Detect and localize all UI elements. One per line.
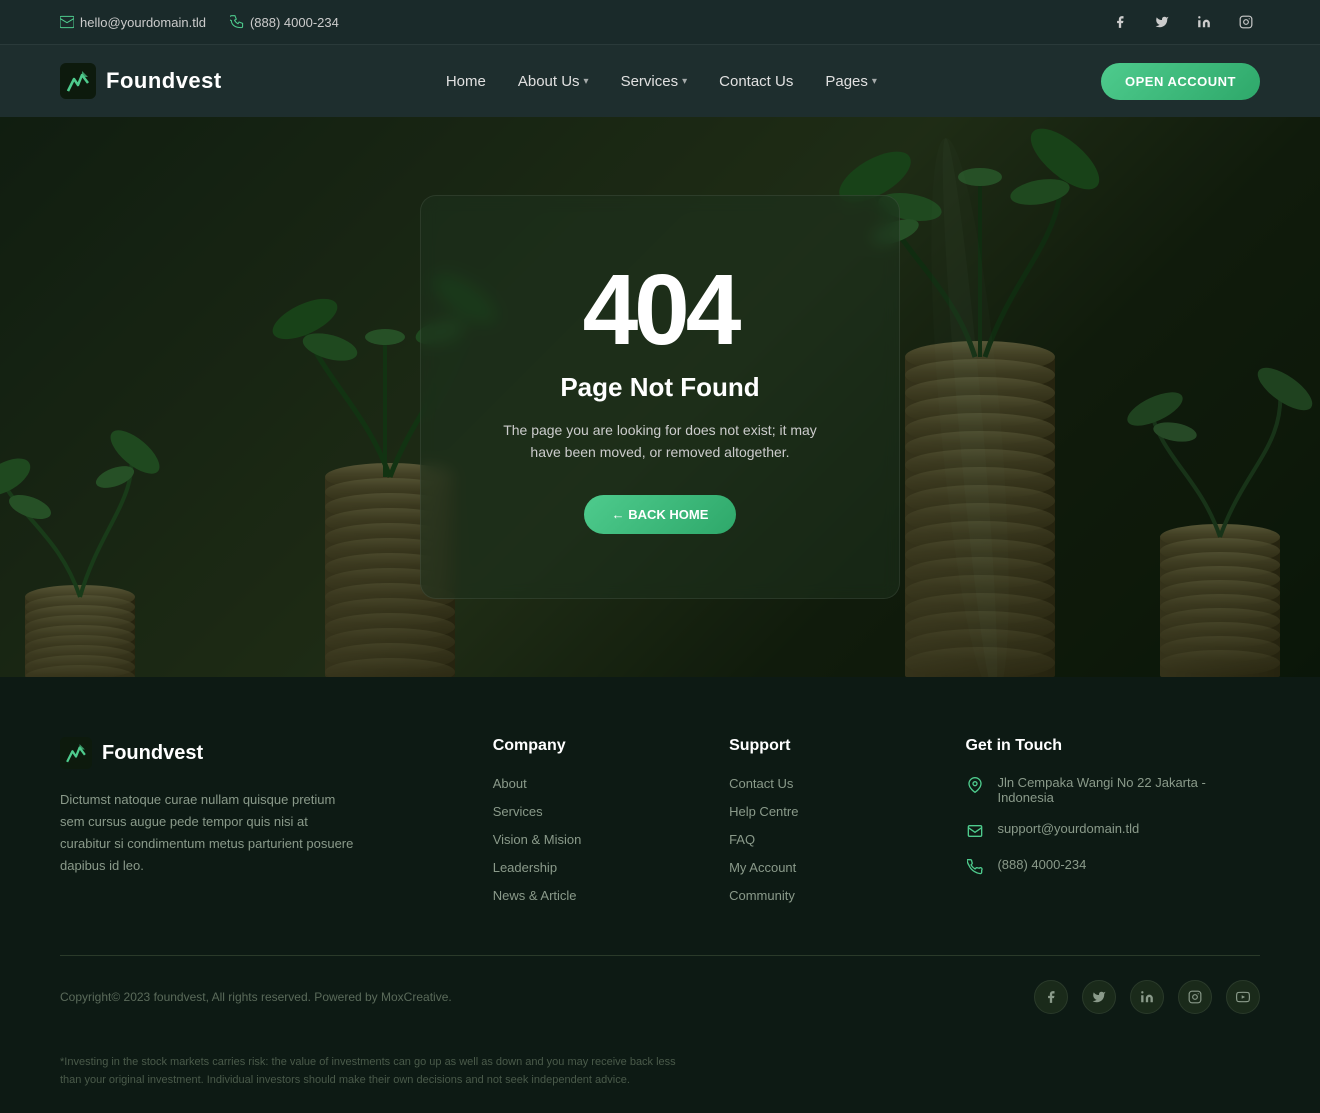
footer-facebook-link[interactable] [1034, 980, 1068, 1014]
logo-text: Foundvest [106, 68, 222, 94]
footer-link-news[interactable]: News & Article [493, 888, 577, 903]
email-icon [60, 15, 74, 29]
footer-link-community[interactable]: Community [729, 888, 795, 903]
footer: Foundvest Dictumst natoque curae nullam … [0, 677, 1320, 1113]
error-title: Page Not Found [501, 372, 819, 403]
topbar: hello@yourdomain.tld (888) 4000-234 [0, 0, 1320, 45]
footer-contact-heading: Get in Touch [965, 737, 1260, 755]
footer-link-account[interactable]: My Account [729, 860, 796, 875]
topbar-phone: (888) 4000-234 [230, 15, 339, 30]
phone-icon [230, 15, 244, 29]
footer-link-help[interactable]: Help Centre [729, 804, 798, 819]
footer-disclaimer: *Investing in the stock markets carries … [60, 1038, 700, 1113]
address-text: Jln Cempaka Wangi No 22 Jakarta - Indone… [997, 775, 1260, 805]
email-text: support@yourdomain.tld [997, 821, 1139, 836]
footer-twitter-link[interactable] [1082, 980, 1116, 1014]
footer-link-services[interactable]: Services [493, 804, 543, 819]
phone-icon-footer [965, 857, 985, 877]
footer-company-col: Company About Services Vision & Mision L… [493, 737, 689, 915]
map-pin-icon [965, 775, 985, 795]
footer-link-about[interactable]: About [493, 776, 527, 791]
facebook-topbar-link[interactable] [1106, 8, 1134, 36]
twitter-topbar-link[interactable] [1148, 8, 1176, 36]
footer-email: support@yourdomain.tld [965, 821, 1260, 841]
footer-top: Foundvest Dictumst natoque curae nullam … [60, 737, 1260, 956]
footer-company-heading: Company [493, 737, 689, 755]
footer-instagram-link[interactable] [1178, 980, 1212, 1014]
services-chevron: ▾ [682, 76, 687, 87]
pages-chevron: ▾ [872, 76, 877, 87]
back-home-button[interactable]: ← BACK HOME [584, 495, 737, 534]
footer-link-leadership[interactable]: Leadership [493, 860, 557, 875]
footer-linkedin-link[interactable] [1130, 980, 1164, 1014]
nav-links: Home About Us ▾ Services ▾ Contact Us Pa… [446, 49, 877, 114]
mail-icon-footer [965, 821, 985, 841]
footer-support-heading: Support [729, 737, 925, 755]
footer-link-contact[interactable]: Contact Us [729, 776, 793, 791]
footer-contact-col: Get in Touch Jln Cempaka Wangi No 22 Jak… [965, 737, 1260, 915]
topbar-email: hello@yourdomain.tld [60, 15, 206, 30]
error-card: 404 Page Not Found The page you are look… [420, 195, 900, 600]
error-code: 404 [501, 260, 819, 360]
footer-bottom: Copyright© 2023 foundvest, All rights re… [60, 956, 1260, 1038]
footer-logo: Foundvest [60, 737, 453, 769]
footer-logo-icon [60, 737, 92, 769]
logo-icon [60, 63, 96, 99]
navbar: Foundvest Home About Us ▾ Services ▾ Con… [0, 45, 1320, 117]
about-chevron: ▾ [584, 76, 589, 87]
logo[interactable]: Foundvest [60, 63, 222, 99]
footer-support-links: Contact Us Help Centre FAQ My Account Co… [729, 775, 925, 905]
footer-support-col: Support Contact Us Help Centre FAQ My Ac… [729, 737, 925, 915]
topbar-socials [1106, 8, 1260, 36]
nav-about[interactable]: About Us ▾ [518, 49, 589, 114]
footer-socials [1034, 980, 1260, 1014]
nav-contact[interactable]: Contact Us [719, 49, 793, 114]
footer-link-vision[interactable]: Vision & Mision [493, 832, 582, 847]
footer-link-faq[interactable]: FAQ [729, 832, 755, 847]
footer-logo-text: Foundvest [102, 742, 203, 765]
footer-phone: (888) 4000-234 [965, 857, 1260, 877]
footer-copyright: Copyright© 2023 foundvest, All rights re… [60, 990, 452, 1004]
open-account-button[interactable]: OPEN ACCOUNT [1101, 63, 1260, 100]
phone-text: (888) 4000-234 [997, 857, 1086, 872]
nav-services[interactable]: Services ▾ [621, 49, 688, 114]
footer-company-links: About Services Vision & Mision Leadershi… [493, 775, 689, 905]
instagram-topbar-link[interactable] [1232, 8, 1260, 36]
linkedin-topbar-link[interactable] [1190, 8, 1218, 36]
footer-address: Jln Cempaka Wangi No 22 Jakarta - Indone… [965, 775, 1260, 805]
hero-section: /* generated below */ [0, 117, 1320, 677]
footer-description: Dictumst natoque curae nullam quisque pr… [60, 789, 360, 877]
nav-home[interactable]: Home [446, 49, 486, 114]
footer-youtube-link[interactable] [1226, 980, 1260, 1014]
error-description: The page you are looking for does not ex… [501, 419, 819, 464]
nav-pages[interactable]: Pages ▾ [825, 49, 877, 114]
footer-brand: Foundvest Dictumst natoque curae nullam … [60, 737, 453, 915]
topbar-contact: hello@yourdomain.tld (888) 4000-234 [60, 15, 339, 30]
